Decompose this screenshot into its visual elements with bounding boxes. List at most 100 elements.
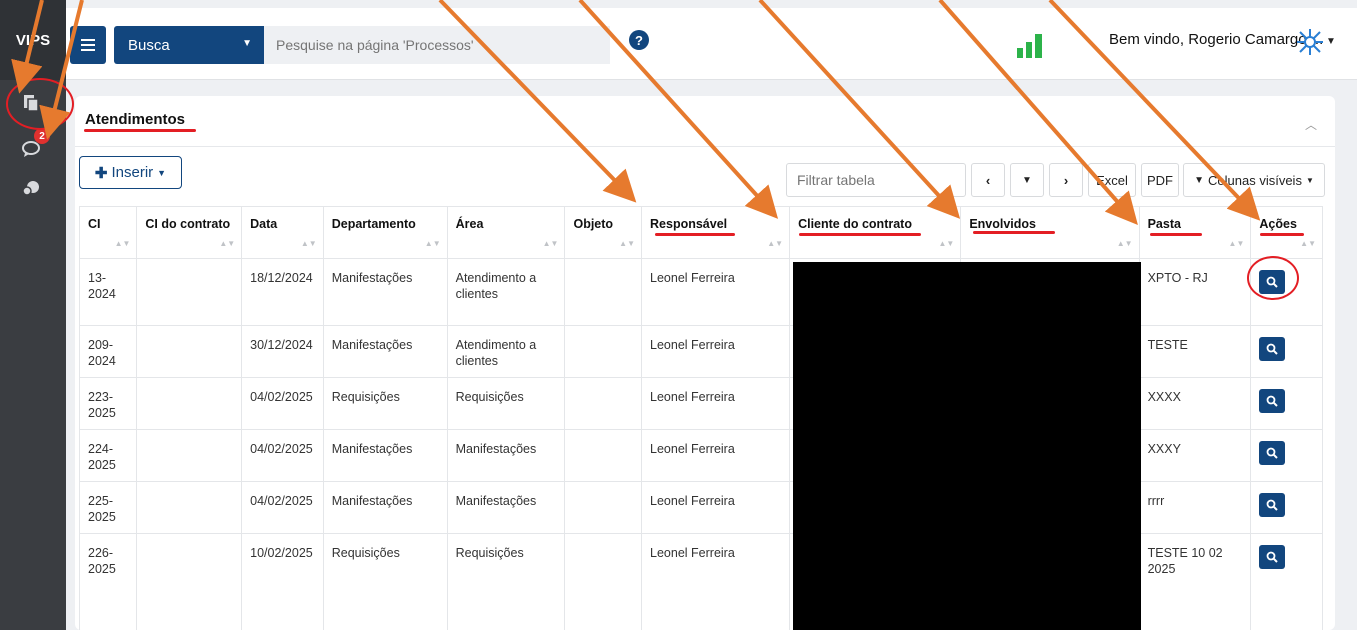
table-cell-ci-contrato [136, 481, 243, 534]
pdf-export-button[interactable]: PDF [1141, 163, 1179, 197]
column-header[interactable]: Objeto ▲▼ [564, 206, 643, 259]
table-cell-pasta: rrrr [1139, 481, 1252, 534]
table-cell-departamento: Manifestações [323, 325, 448, 378]
top-bar: Busca ▼ ? Bem vindo, Rogerio Camargo ...… [66, 8, 1357, 80]
annotation-circle [1247, 256, 1299, 300]
search-scope-select[interactable]: Busca ▼ [114, 26, 264, 64]
table-cell-ci-contrato [136, 533, 243, 630]
excel-label: Excel [1096, 172, 1128, 188]
magnifier-icon [1266, 447, 1279, 459]
table-cell-departamento: Manifestações [323, 258, 448, 326]
annotation-underline [973, 231, 1055, 234]
table-cell-responsavel: Leonel Ferreira [641, 481, 791, 534]
table-cell-data: 04/02/2025 [241, 377, 324, 430]
annotation-circle [6, 78, 74, 130]
filter-icon: ▼ [1194, 174, 1205, 186]
table-cell-area: Requisições [447, 533, 566, 630]
visible-columns-label: Colunas visíveis [1208, 172, 1302, 188]
table-cell-responsavel: Leonel Ferreira [641, 429, 791, 482]
expand-button[interactable]: ▼ [1010, 163, 1044, 197]
sort-icon: ▲▼ [619, 239, 636, 248]
table-cell-area: Atendimento a clientes [447, 258, 566, 326]
table-cell-departamento: Requisições [323, 533, 448, 630]
view-details-button[interactable] [1259, 389, 1286, 413]
table-cell-area: Requisições [447, 377, 566, 430]
chevron-left-icon: ‹ [985, 172, 991, 188]
welcome-text: Bem vindo, Rogerio Camargo ... [1109, 31, 1324, 48]
chevron-up-icon[interactable]: ︿ [1305, 116, 1317, 133]
annotation-underline [1150, 233, 1202, 236]
excel-export-button[interactable]: Excel [1088, 163, 1136, 197]
table-cell-actions [1250, 325, 1323, 378]
table-cell-objeto [564, 481, 643, 534]
avatar[interactable] [1294, 26, 1326, 58]
table-cell-area: Manifestações [447, 481, 566, 534]
table-cell-data: 04/02/2025 [241, 429, 324, 482]
table-cell-pasta: TESTE [1139, 325, 1252, 378]
help-icon[interactable]: ? [629, 30, 649, 50]
column-header[interactable]: Departamento ▲▼ [323, 206, 448, 259]
insert-button[interactable]: ✚ Inserir ▼ [79, 156, 182, 189]
table-cell-actions [1250, 481, 1323, 534]
divider [75, 146, 1335, 147]
table-cell-ci: 209-2024 [78, 325, 138, 378]
column-header[interactable]: Data ▲▼ [241, 206, 324, 259]
table-cell-objeto [564, 325, 643, 378]
table-cell-objeto [564, 533, 643, 630]
sort-icon: ▲▼ [300, 239, 317, 248]
column-header[interactable]: CI ▲▼ [78, 206, 138, 259]
column-header[interactable]: Área ▲▼ [447, 206, 566, 259]
table-cell-ci: 224-2025 [78, 429, 138, 482]
table-cell-departamento: Requisições [323, 377, 448, 430]
card-title: Atendimentos [85, 111, 186, 128]
table-cell-data: 30/12/2024 [241, 325, 324, 378]
table-cell-objeto [564, 258, 643, 326]
table-cell-data: 04/02/2025 [241, 481, 324, 534]
menu-toggle-button[interactable] [70, 26, 106, 64]
sort-icon: ▲▼ [1228, 239, 1245, 248]
table-cell-ci-contrato [136, 325, 243, 378]
sort-icon: ▲▼ [424, 239, 441, 248]
next-page-button[interactable]: › [1049, 163, 1083, 197]
sort-icon: ▲▼ [114, 239, 131, 248]
caret-down-icon: ▼ [157, 167, 167, 178]
view-details-button[interactable] [1259, 545, 1286, 569]
app-logo: VIPS [0, 0, 66, 80]
user-group-icon[interactable] [18, 176, 44, 202]
annotation-underline [799, 233, 921, 236]
table-filter-input[interactable] [786, 163, 966, 197]
sort-icon: ▲▼ [542, 239, 559, 248]
magnifier-icon [1266, 499, 1279, 511]
previous-page-button[interactable]: ‹ [971, 163, 1005, 197]
table-cell-ci: 225-2025 [78, 481, 138, 534]
magnifier-icon [1266, 343, 1279, 355]
table-cell-responsavel: Leonel Ferreira [641, 533, 791, 630]
table-cell-responsavel: Leonel Ferreira [641, 325, 791, 378]
table-cell-pasta: XXXX [1139, 377, 1252, 430]
insert-label: Inserir [111, 164, 154, 181]
search-input[interactable] [264, 26, 610, 64]
sort-icon: ▲▼ [1116, 239, 1133, 248]
chevron-right-icon: › [1063, 172, 1069, 188]
visible-columns-button[interactable]: ▼ Colunas visíveis ▼ [1183, 163, 1325, 197]
caret-down-icon: ▼ [242, 38, 252, 49]
magnifier-icon [1266, 551, 1279, 563]
table-cell-area: Manifestações [447, 429, 566, 482]
view-details-button[interactable] [1259, 493, 1286, 517]
table-cell-actions [1250, 429, 1323, 482]
view-details-button[interactable] [1259, 337, 1286, 361]
column-header[interactable]: CI do contrato ▲▼ [136, 206, 243, 259]
table-cell-departamento: Manifestações [323, 481, 448, 534]
view-details-button[interactable] [1259, 441, 1286, 465]
table-cell-ci-contrato [136, 377, 243, 430]
table-cell-pasta: XXXY [1139, 429, 1252, 482]
annotation-underline [84, 129, 196, 132]
table-cell-ci-contrato [136, 429, 243, 482]
sort-icon: ▲▼ [767, 239, 784, 248]
table-cell-pasta: TESTE 10 02 2025 [1139, 533, 1252, 630]
user-menu-caret-icon[interactable]: ▼ [1326, 36, 1336, 47]
atendimentos-card: Atendimentos ︿ ✚ Inserir ▼ ‹ ▼ › Excel P… [75, 96, 1335, 630]
chevron-down-icon: ▼ [1022, 174, 1032, 186]
table-cell-data: 18/12/2024 [241, 258, 324, 326]
annotation-underline [655, 233, 735, 236]
